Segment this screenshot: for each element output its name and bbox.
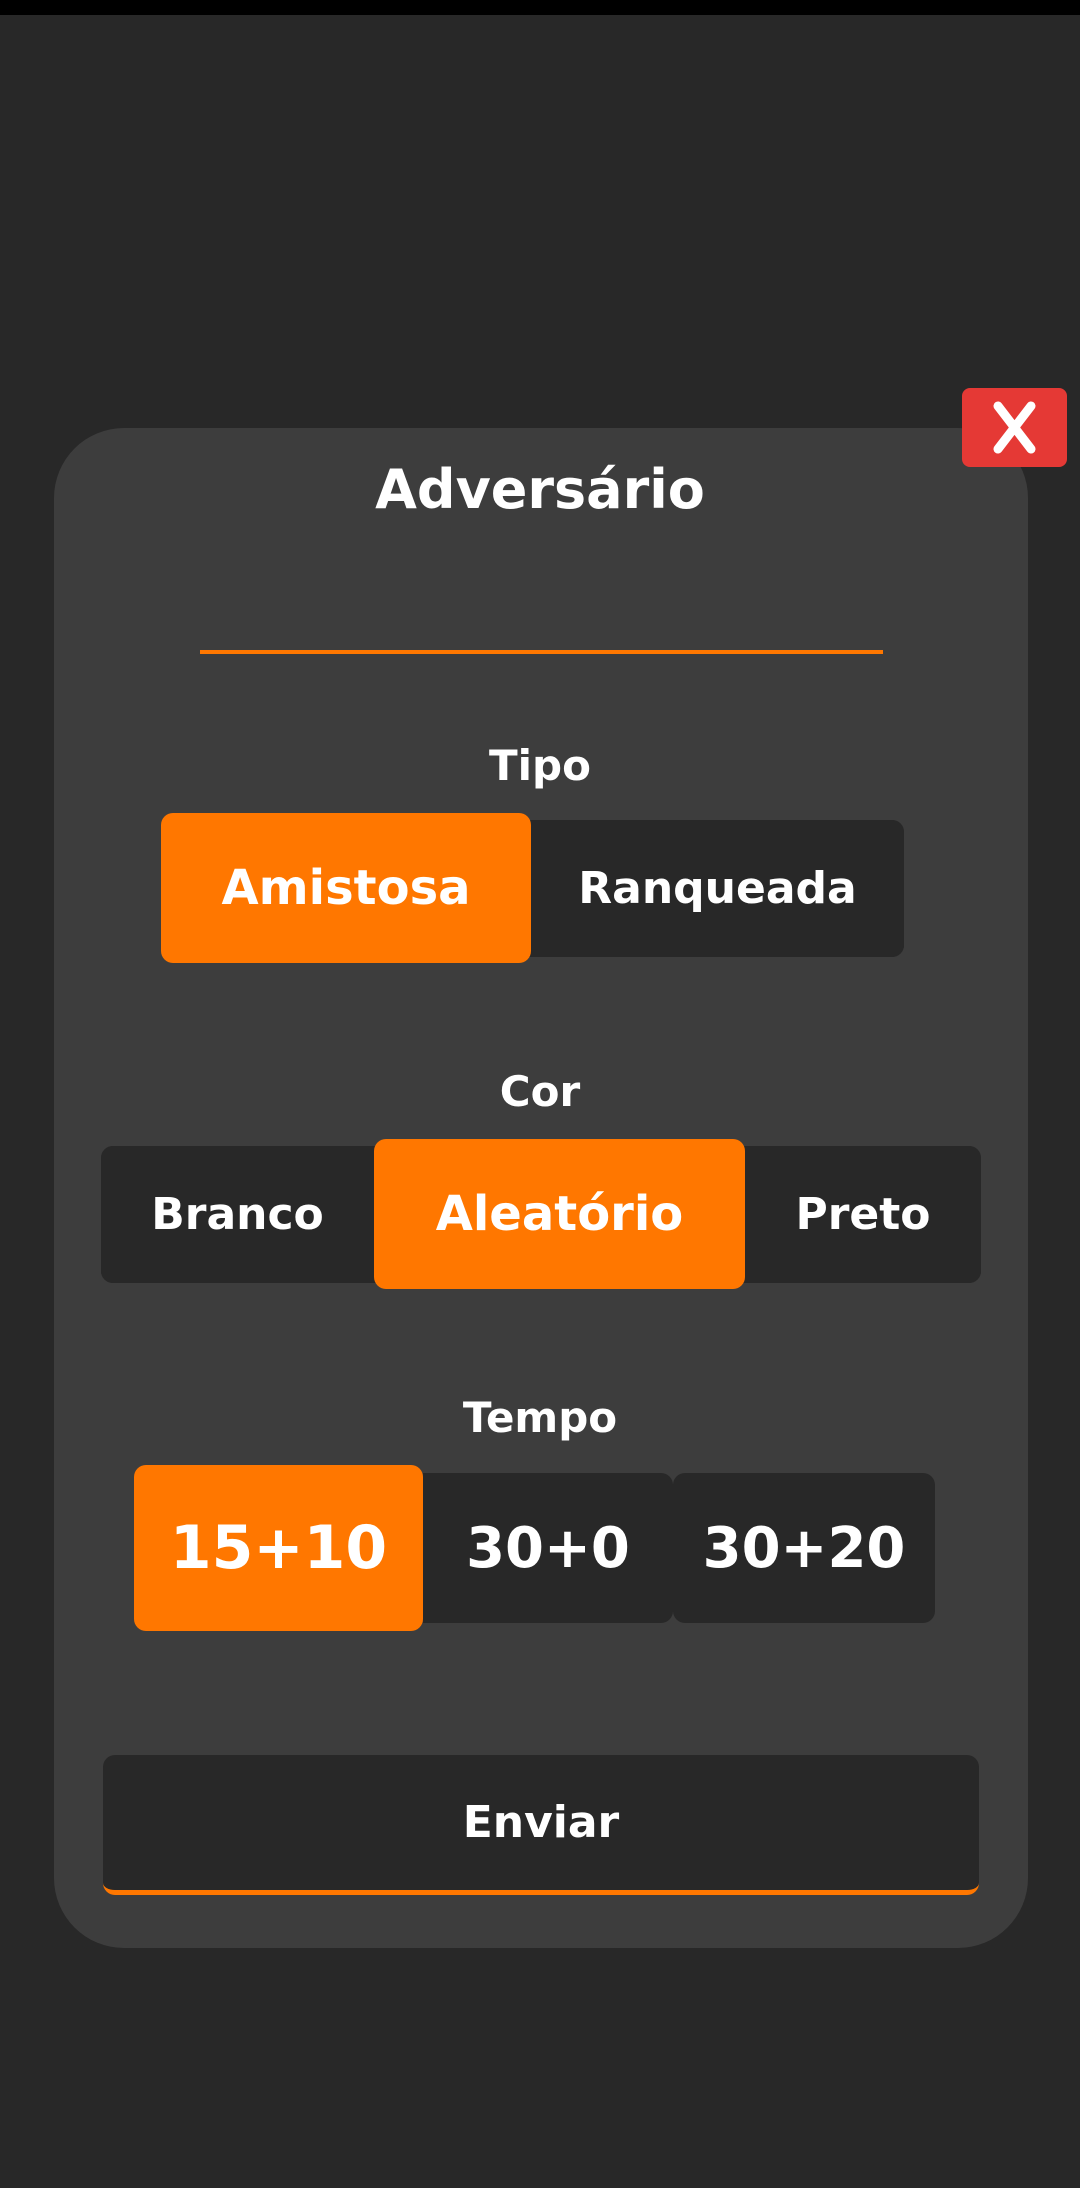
opponent-name-input[interactable] bbox=[200, 590, 883, 654]
dialog-title: Adversário bbox=[375, 458, 705, 521]
cor-option-preto[interactable]: Preto bbox=[745, 1146, 981, 1283]
tempo-label: Tempo bbox=[462, 1393, 618, 1442]
status-bar bbox=[0, 0, 1080, 15]
tempo-option-15-10[interactable]: 15+10 bbox=[134, 1465, 423, 1631]
submit-button[interactable]: Enviar bbox=[103, 1755, 979, 1895]
cor-option-aleatorio[interactable]: Aleatório bbox=[374, 1139, 745, 1289]
cor-label: Cor bbox=[499, 1067, 581, 1116]
tipo-label: Tipo bbox=[489, 741, 591, 790]
tipo-option-amistosa[interactable]: Amistosa bbox=[161, 813, 531, 963]
tipo-option-ranqueada[interactable]: Ranqueada bbox=[531, 820, 904, 957]
cor-option-branco[interactable]: Branco bbox=[101, 1146, 374, 1283]
tempo-option-30-0[interactable]: 30+0 bbox=[423, 1473, 673, 1623]
tempo-option-30-20[interactable]: 30+20 bbox=[673, 1473, 935, 1623]
